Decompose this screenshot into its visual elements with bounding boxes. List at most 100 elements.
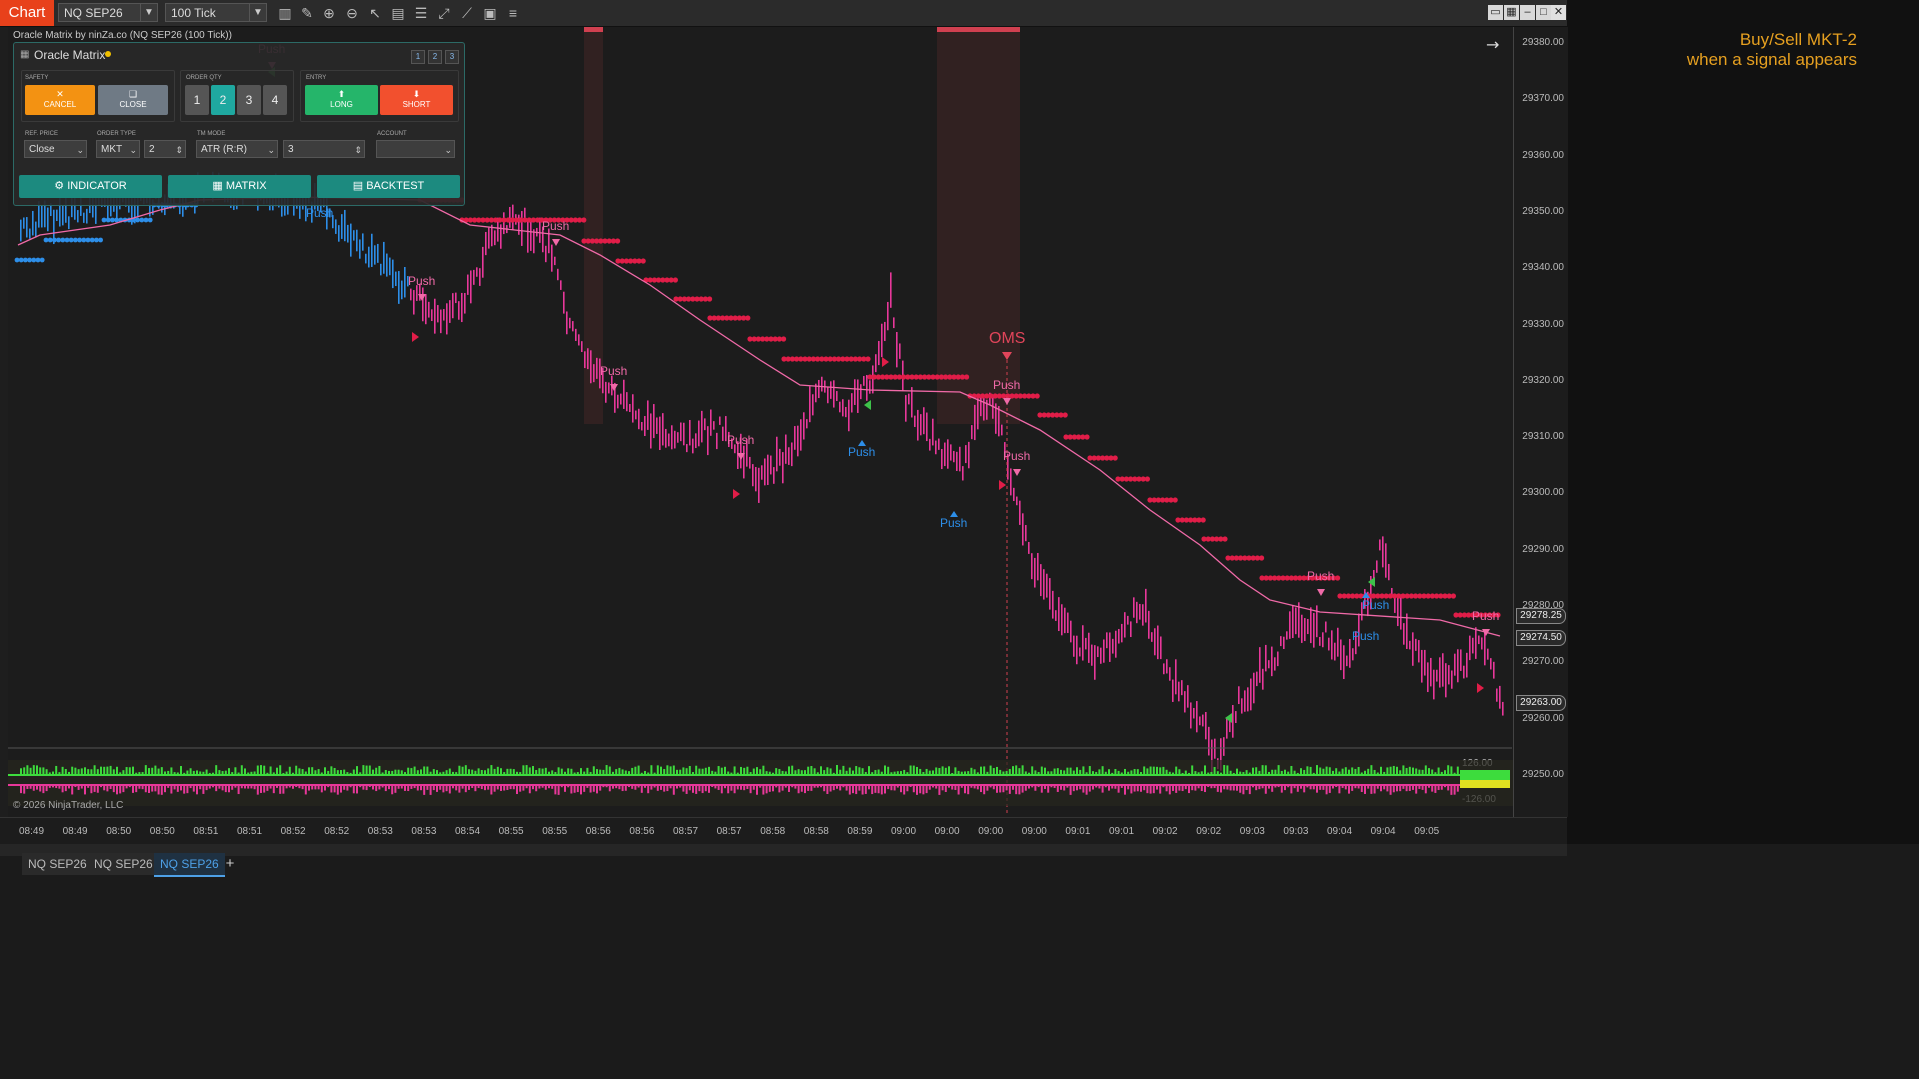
order-type-quantity-stepper[interactable]: 2 ⇕ bbox=[144, 140, 186, 158]
price-bar bbox=[1319, 636, 1321, 646]
tm-mode-quantity-value: 3 bbox=[288, 144, 294, 155]
oscillator-bar bbox=[871, 785, 874, 795]
oscillator-bar bbox=[1453, 772, 1456, 775]
oscillator-bar bbox=[1380, 766, 1382, 775]
oscillator-bar bbox=[1325, 766, 1328, 775]
backtest-button[interactable]: ▤ BACKTEST bbox=[317, 175, 460, 198]
tab-nq-sep26-3[interactable]: NQ SEP26 bbox=[154, 853, 225, 877]
tm-mode-quantity-stepper[interactable]: 3 ⇕ bbox=[283, 140, 365, 158]
oscillator-bar bbox=[1079, 769, 1082, 775]
price-bar bbox=[938, 438, 940, 450]
oscillator-bar bbox=[1031, 766, 1034, 775]
cancel-button[interactable]: ✕ CANCEL bbox=[25, 85, 95, 115]
price-bar bbox=[1337, 627, 1339, 657]
oscillator-bar bbox=[1197, 785, 1200, 789]
matrix-button[interactable]: ▦ MATRIX bbox=[168, 175, 311, 198]
backtest-label: BACKTEST bbox=[366, 180, 425, 192]
price-bar bbox=[1286, 631, 1288, 640]
oscillator-bar bbox=[1447, 765, 1450, 775]
panel-title: Oracle Matrix bbox=[34, 48, 106, 62]
tab-nq-sep26-2[interactable]: NQ SEP26 bbox=[88, 853, 159, 875]
oscillator-bar bbox=[928, 770, 931, 775]
price-bar bbox=[1316, 605, 1318, 638]
stop-dot bbox=[139, 217, 145, 223]
oscillator-bar bbox=[125, 785, 128, 789]
price-bar bbox=[920, 414, 922, 436]
oscillator-bar bbox=[586, 785, 589, 788]
arrow-up-icon: ⬆ bbox=[337, 89, 346, 99]
qty-button-1[interactable]: 1 bbox=[185, 85, 209, 115]
stop-dot bbox=[85, 237, 91, 243]
oscillator-bar bbox=[122, 770, 125, 775]
qty-button-2[interactable]: 2 bbox=[211, 85, 235, 115]
price-bar bbox=[1202, 714, 1204, 727]
price-bar bbox=[1223, 737, 1225, 756]
long-button[interactable]: ⬆ LONG bbox=[305, 85, 378, 115]
qty-button-3[interactable]: 3 bbox=[237, 85, 261, 115]
stepper-icon[interactable]: ⇕ bbox=[175, 141, 183, 159]
qty-button-4[interactable]: 4 bbox=[263, 85, 287, 115]
price-bar bbox=[1397, 595, 1399, 627]
oscillator-bar bbox=[964, 785, 966, 794]
oscillator-bar bbox=[292, 772, 294, 775]
price-bar bbox=[1280, 636, 1282, 647]
tab-nq-sep26-1[interactable]: NQ SEP26 bbox=[22, 853, 93, 875]
oscillator-bar bbox=[1341, 785, 1344, 788]
oscillator-bar bbox=[541, 785, 544, 788]
tm-mode-select[interactable]: ATR (R:R) ⌄ bbox=[196, 140, 278, 158]
oscillator-bar bbox=[1338, 771, 1341, 775]
stepper-icon[interactable]: ⇕ bbox=[354, 141, 362, 159]
price-bar bbox=[1346, 655, 1348, 667]
add-tab-button[interactable]: + bbox=[221, 853, 239, 875]
oscillator-bar bbox=[1088, 766, 1091, 775]
oscillator-bar bbox=[564, 785, 566, 792]
oscillator-bar bbox=[807, 766, 810, 775]
short-button[interactable]: ⬇ SHORT bbox=[380, 85, 453, 115]
oscillator-bar bbox=[176, 785, 179, 792]
price-bar bbox=[767, 454, 769, 485]
oscillator-bar bbox=[42, 767, 45, 775]
order-type-select[interactable]: MKT ⌄ bbox=[96, 140, 140, 158]
oscillator-bar bbox=[1044, 767, 1046, 775]
oscillator-level-bar bbox=[1460, 770, 1510, 780]
oscillator-bar bbox=[551, 785, 554, 789]
oscillator-bar bbox=[170, 785, 173, 794]
price-bar bbox=[905, 395, 907, 422]
page-button-3[interactable]: 3 bbox=[445, 50, 459, 64]
price-bar bbox=[455, 292, 457, 304]
stop-dot bbox=[143, 217, 149, 223]
indicator-button[interactable]: ⚙ INDICATOR bbox=[19, 175, 162, 198]
price-bar bbox=[1412, 632, 1414, 666]
price-bar bbox=[809, 386, 811, 423]
oscillator-bar bbox=[1130, 770, 1133, 775]
oscillator-bar bbox=[1232, 772, 1235, 775]
price-bar bbox=[950, 444, 952, 461]
indicator-label: INDICATOR bbox=[67, 180, 127, 192]
oscillator-bar bbox=[522, 785, 525, 791]
page-button-2[interactable]: 2 bbox=[428, 50, 442, 64]
price-bar bbox=[605, 381, 607, 403]
price-bar bbox=[56, 209, 58, 222]
price-bar bbox=[965, 445, 967, 464]
page-button-1[interactable]: 1 bbox=[411, 50, 425, 64]
stop-dot bbox=[1172, 497, 1178, 503]
price-bar bbox=[401, 280, 403, 300]
oscillator-bar bbox=[1376, 785, 1379, 789]
oscillator-bar bbox=[388, 770, 390, 775]
ref-price-label: REF. PRICE bbox=[25, 131, 59, 137]
oscillator-bar bbox=[826, 785, 829, 794]
oscillator-bar bbox=[762, 785, 765, 795]
price-bar bbox=[1334, 642, 1336, 661]
price-bar bbox=[1475, 627, 1477, 659]
price-bar bbox=[488, 227, 490, 249]
oscillator-bar bbox=[1264, 765, 1267, 775]
account-select[interactable]: ⌄ bbox=[376, 140, 455, 158]
oscillator-bar bbox=[1245, 785, 1248, 791]
ref-price-select[interactable]: Close ⌄ bbox=[24, 140, 87, 158]
close-position-button[interactable]: ❑ CLOSE bbox=[98, 85, 168, 115]
oscillator-bar bbox=[711, 770, 714, 775]
close-label: CLOSE bbox=[119, 100, 147, 109]
price-bar bbox=[890, 272, 892, 308]
price-bar bbox=[1313, 612, 1315, 648]
grid-icon[interactable]: ▦ bbox=[20, 49, 29, 60]
